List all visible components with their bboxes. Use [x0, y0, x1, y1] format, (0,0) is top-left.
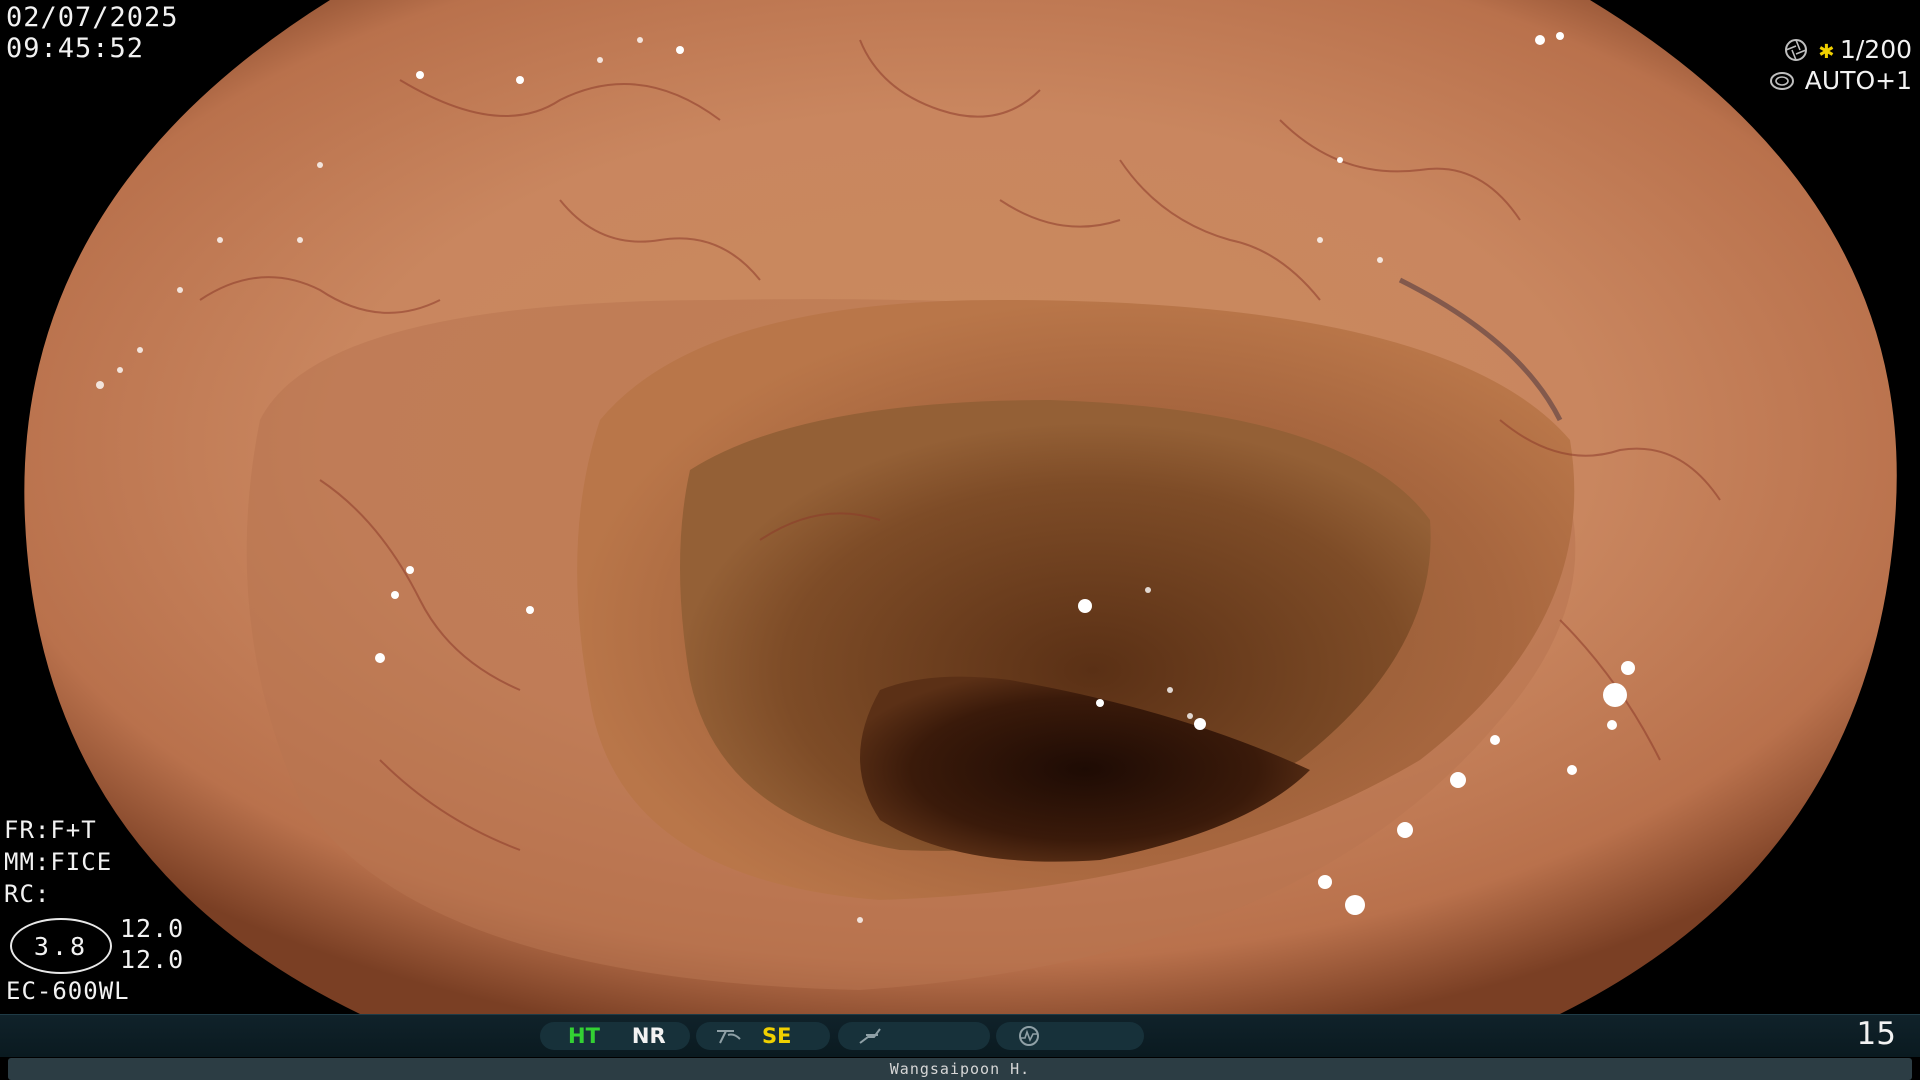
status-bar: HT NR SE: [0, 1014, 1920, 1057]
ht-nr-pill: HT NR: [540, 1022, 690, 1050]
waveform-icon: [1019, 1026, 1039, 1046]
ratio-badge: 3.8: [10, 918, 112, 974]
ratio-value: 3.8: [33, 931, 89, 961]
ht-indicator: HT: [568, 1024, 600, 1048]
frame-number: 15: [1856, 1016, 1896, 1052]
iris-row: AUTO+1: [1769, 65, 1912, 96]
se-indicator: SE: [762, 1024, 792, 1048]
shutter-row: ✱ 1/200: [1769, 34, 1912, 65]
iris-icon: [1769, 71, 1794, 90]
shutter-star-icon: ✱: [1818, 35, 1834, 64]
se-pill: SE: [696, 1022, 830, 1050]
curve-pill: [838, 1022, 990, 1050]
exam-time: 09:45:52: [6, 33, 145, 64]
operator-name: Wangsaipoon H.: [889, 1060, 1031, 1078]
mm-setting: MM:FICE: [4, 848, 113, 876]
iris-value: AUTO+1: [1804, 66, 1912, 95]
waveform-pill: [996, 1022, 1144, 1050]
exam-date: 02/07/2025: [6, 2, 179, 33]
operator-bar: Wangsaipoon H.: [8, 1058, 1912, 1080]
rc-setting: RC:: [4, 880, 51, 908]
nr-indicator: NR: [631, 1024, 666, 1048]
structure-enhance-icon: [717, 1030, 741, 1044]
endoscope-image: [0, 0, 1920, 1014]
scope-model: EC-600WL: [6, 977, 130, 1005]
exposure-info: ✱ 1/200 AUTO+1: [1769, 34, 1912, 96]
aperture-icon: [1784, 38, 1807, 61]
setting-value-b: 12.0: [120, 945, 185, 974]
curve-icon: [859, 1028, 881, 1044]
setting-value-a: 12.0: [120, 914, 185, 943]
shutter-value: 1/200: [1839, 35, 1912, 64]
fr-setting: FR:F+T: [4, 816, 97, 844]
